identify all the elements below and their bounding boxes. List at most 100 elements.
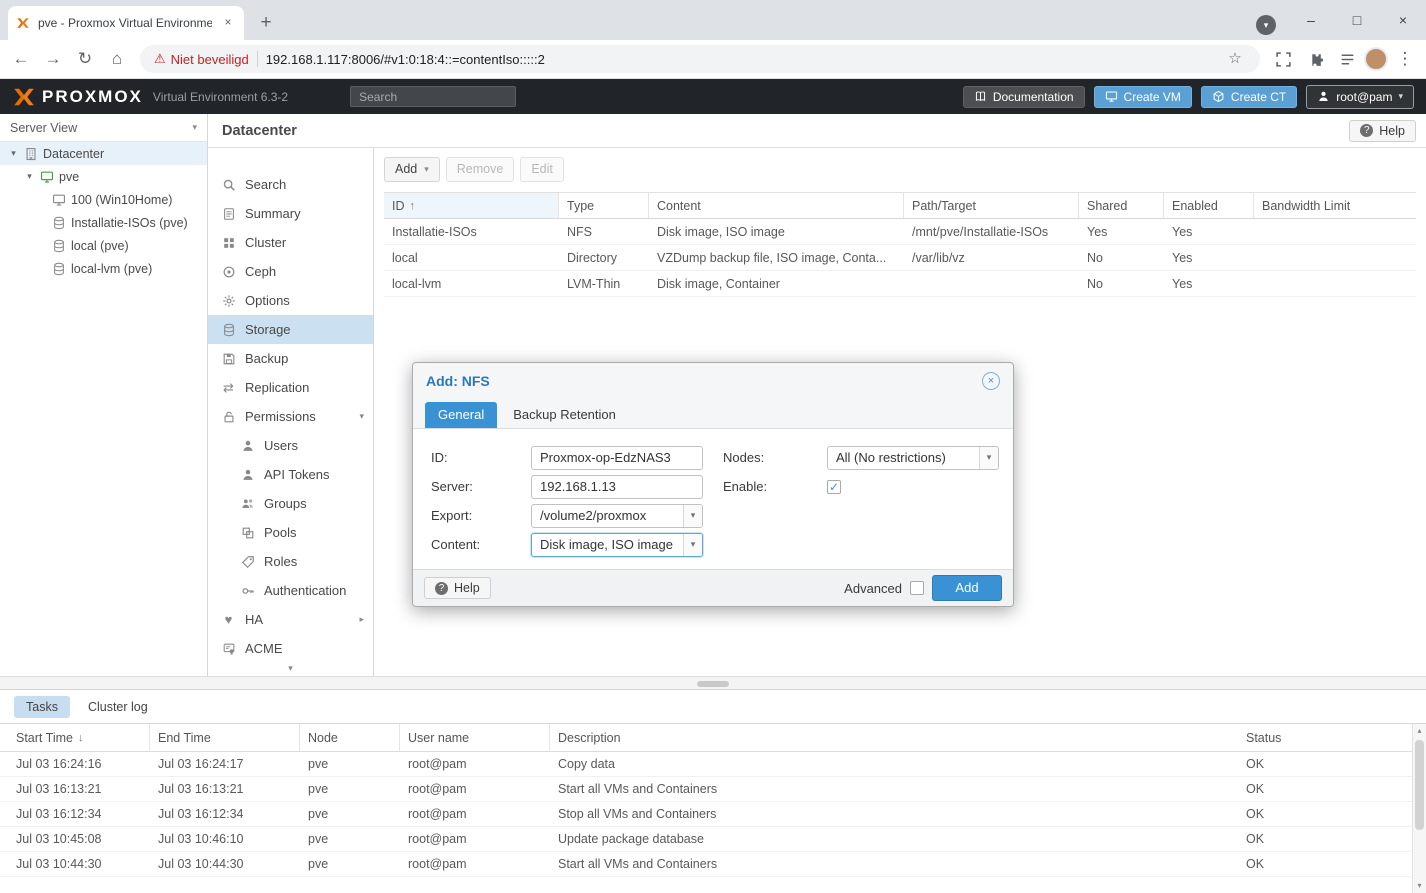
nav-item-storage[interactable]: Storage [208,315,373,344]
nav-item-ha[interactable]: ♥ HA ▸ [208,605,373,634]
column-header-enabled[interactable]: Enabled [1164,193,1254,218]
scrollbar-thumb[interactable] [1415,740,1424,830]
browser-menu-icon[interactable]: ⋮ [1390,44,1420,74]
column-header-id[interactable]: ID ↑ [384,193,559,218]
nav-item-search[interactable]: Search [208,170,373,199]
table-row[interactable]: local Directory VZDump backup file, ISO … [384,245,1416,271]
splitter-grip[interactable] [697,681,729,687]
enable-checkbox[interactable]: ✓ [827,479,841,494]
server-field[interactable] [531,474,703,499]
nav-item-options[interactable]: Options [208,286,373,315]
nav-item-authentication[interactable]: Authentication [208,576,373,605]
nav-item-backup[interactable]: Backup [208,344,373,373]
task-row[interactable]: Jul 03 10:45:08 Jul 03 10:46:10 pve root… [0,827,1426,852]
nav-item-ceph[interactable]: Ceph [208,257,373,286]
back-icon[interactable]: ← [6,44,36,74]
nav-item-summary[interactable]: Summary [208,199,373,228]
tasks-scrollbar[interactable]: ▴ ▾ [1412,724,1426,893]
tree-item-node-pve[interactable]: ▾ pve [0,165,207,188]
add-button[interactable]: Add ▾ [384,156,440,182]
nav-scroll-down-icon[interactable]: ▾ [208,661,373,676]
column-header-content[interactable]: Content [649,193,904,218]
view-selector[interactable]: Server View ▾ [0,114,207,142]
table-row[interactable]: Installatie-ISOs NFS Disk image, ISO ima… [384,219,1416,245]
tab-backup-retention[interactable]: Backup Retention [500,402,629,428]
expander-icon[interactable]: ▾ [8,148,19,159]
column-header-end-time[interactable]: End Time [150,724,300,751]
content-combo[interactable]: ▾ [531,532,703,557]
nav-item-cluster[interactable]: Cluster [208,228,373,257]
nav-item-acme[interactable]: ACME [208,634,373,663]
create-vm-button[interactable]: Create VM [1093,85,1192,108]
scroll-down-icon[interactable]: ▾ [1413,879,1426,893]
documentation-button[interactable]: Documentation [962,85,1085,108]
tab-tasks[interactable]: Tasks [14,695,70,718]
task-row[interactable]: Jul 03 16:24:16 Jul 03 16:24:17 pve root… [0,752,1426,777]
expander-icon[interactable]: ▾ [24,171,35,182]
remove-button[interactable]: Remove [445,156,515,182]
scroll-up-icon[interactable]: ▴ [1413,724,1426,738]
id-field[interactable] [531,445,703,470]
minimize-button[interactable]: – [1288,0,1334,40]
browser-tab[interactable]: pve - Proxmox Virtual Environme × [8,6,244,40]
browser-badge-icon[interactable]: ▾ [1256,15,1276,35]
help-button[interactable]: ? Help [1349,119,1416,142]
global-search-input[interactable] [350,86,517,107]
tree-item-datacenter[interactable]: ▾ Datacenter [0,142,207,165]
profile-avatar[interactable] [1364,47,1388,71]
column-header-bandwidth[interactable]: Bandwidth Limit [1254,193,1416,218]
create-ct-button[interactable]: Create CT [1200,85,1298,108]
dialog-header[interactable]: Add: NFS × [413,363,1013,399]
dialog-help-button[interactable]: ? Help [424,577,491,599]
tab-close-icon[interactable]: × [220,15,236,31]
tree-item-vm-100[interactable]: 100 (Win10Home) [0,188,207,211]
nav-item-groups[interactable]: Groups [208,489,373,518]
user-menu-button[interactable]: root@pam ▾ [1306,84,1414,109]
security-warning[interactable]: ⚠ Niet beveiligd [154,51,249,67]
chevron-down-icon[interactable]: ▾ [979,446,998,469]
nav-item-permissions[interactable]: Permissions ▾ [208,402,373,431]
new-tab-button[interactable]: + [252,10,280,38]
nav-item-users[interactable]: Users [208,431,373,460]
nodes-combo[interactable]: ▾ [827,445,999,470]
chevron-down-icon[interactable]: ▾ [683,504,702,527]
extensions-puzzle-icon[interactable] [1300,44,1330,74]
tab-general[interactable]: General [425,402,498,428]
forward-icon[interactable]: → [38,44,68,74]
column-header-start-time[interactable]: Start Time ↓ [0,724,150,751]
column-header-node[interactable]: Node [300,724,400,751]
column-header-shared[interactable]: Shared [1079,193,1164,218]
maximize-button[interactable]: □ [1334,0,1380,40]
address-bar[interactable]: ⚠ Niet beveiligd 192.168.1.117:8006/#v1:… [140,45,1260,73]
list-extension-icon[interactable] [1332,44,1362,74]
column-header-description[interactable]: Description [550,724,1238,751]
edit-button[interactable]: Edit [520,156,564,182]
add-submit-button[interactable]: Add [932,575,1002,601]
tree-item-storage-local[interactable]: local (pve) [0,234,207,257]
column-header-type[interactable]: Type [559,193,649,218]
task-row[interactable]: Jul 03 10:44:30 Jul 03 10:44:30 pve root… [0,852,1426,877]
tab-cluster-log[interactable]: Cluster log [76,696,160,718]
dialog-close-icon[interactable]: × [982,372,1000,390]
home-icon[interactable]: ⌂ [102,44,132,74]
task-row[interactable]: Jul 03 16:13:21 Jul 03 16:13:21 pve root… [0,777,1426,802]
tree-item-storage-installatie-isos[interactable]: Installatie-ISOs (pve) [0,211,207,234]
column-header-path[interactable]: Path/Target [904,193,1079,218]
export-combo[interactable]: ▾ [531,503,703,528]
bookmark-star-icon[interactable]: ☆ [1224,48,1246,70]
task-row[interactable]: Jul 03 16:12:34 Jul 03 16:12:34 pve root… [0,802,1426,827]
column-header-status[interactable]: Status [1238,724,1426,751]
column-header-user-name[interactable]: User name [400,724,550,751]
url-text[interactable]: 192.168.1.117:8006/#v1:0:18:4::=contentI… [266,52,1216,67]
nav-item-replication[interactable]: ⇄ Replication [208,373,373,402]
close-button[interactable]: × [1380,0,1426,40]
tree-item-storage-local-lvm[interactable]: local-lvm (pve) [0,257,207,280]
advanced-checkbox[interactable] [910,581,924,595]
nav-item-api-tokens[interactable]: API Tokens [208,460,373,489]
nav-item-roles[interactable]: Roles [208,547,373,576]
reload-icon[interactable]: ↻ [70,44,100,74]
chevron-down-icon[interactable]: ▾ [683,533,702,556]
fullscreen-extension-icon[interactable] [1268,44,1298,74]
horizontal-splitter[interactable] [0,676,1426,690]
nav-item-pools[interactable]: Pools [208,518,373,547]
